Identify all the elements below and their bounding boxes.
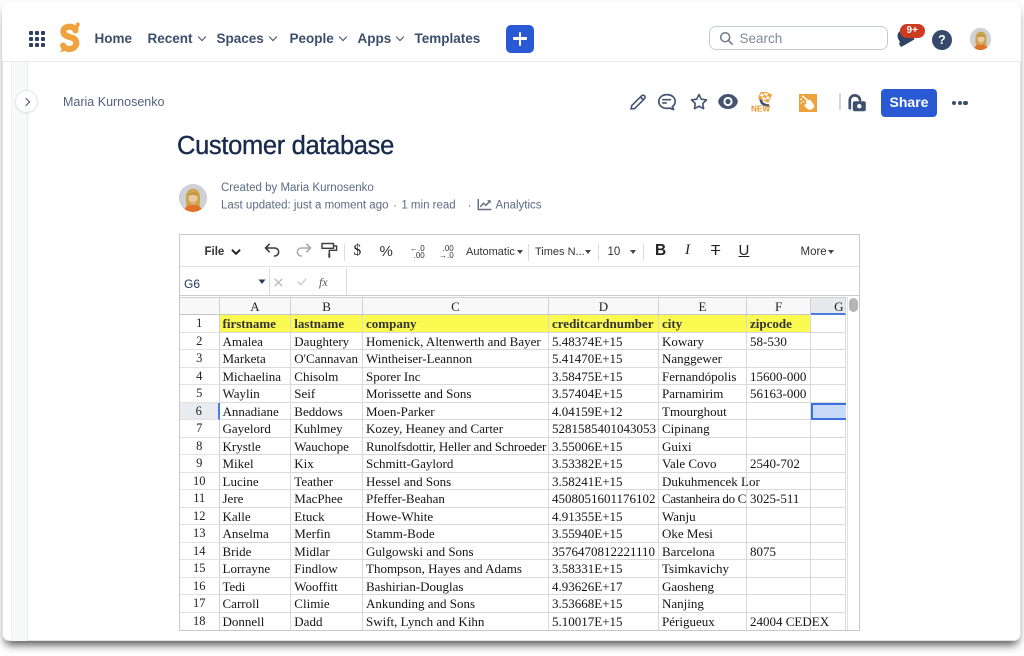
svg-text:→.0: →.0 <box>439 251 454 259</box>
svg-text:NEW: NEW <box>751 104 770 113</box>
svg-text:.00: .00 <box>413 251 425 259</box>
